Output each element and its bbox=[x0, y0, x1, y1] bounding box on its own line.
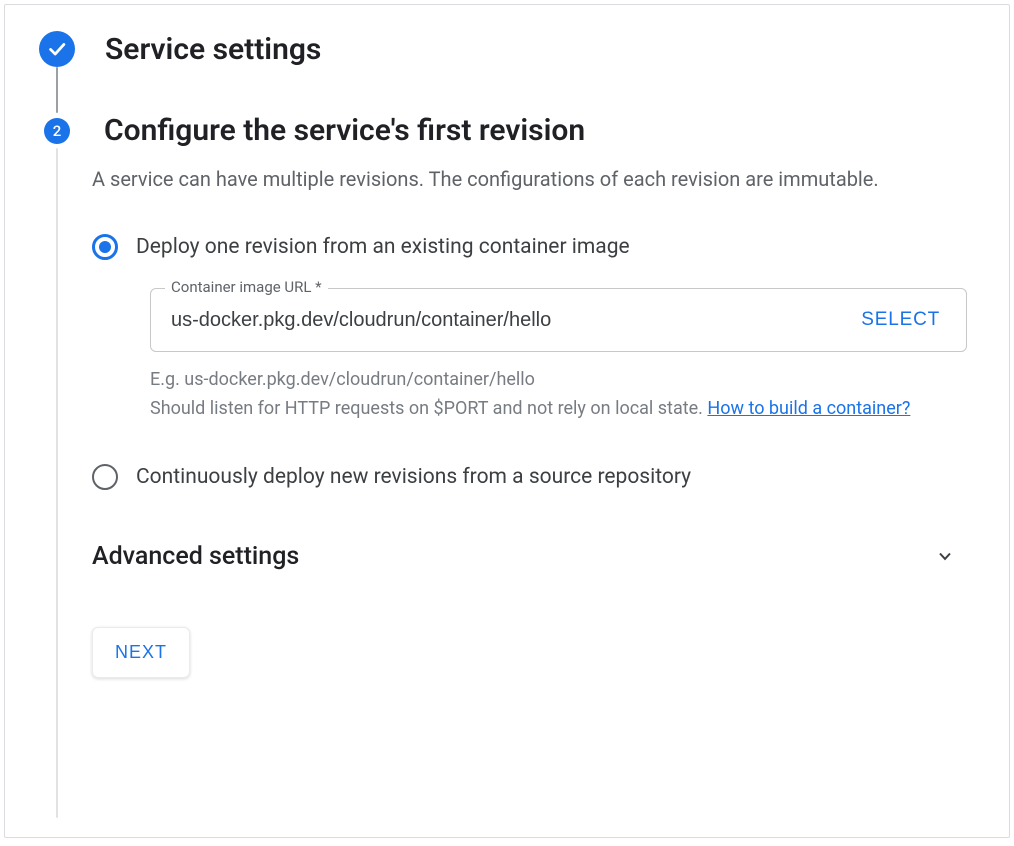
step-2-title: Configure the service's first revision bbox=[104, 113, 585, 148]
step-2-vertical-line bbox=[56, 148, 58, 818]
radio-continuous-deploy[interactable]: Continuously deploy new revisions from a… bbox=[92, 464, 967, 490]
step-1-header[interactable]: Service settings bbox=[39, 31, 975, 67]
container-image-url-label: Container image URL * bbox=[165, 278, 328, 296]
radio-existing-image[interactable]: Deploy one revision from an existing con… bbox=[92, 234, 967, 260]
hint-example: E.g. us-docker.pkg.dev/cloudrun/containe… bbox=[150, 369, 535, 390]
radio-checked-icon bbox=[92, 234, 118, 260]
select-button[interactable]: SELECT bbox=[847, 301, 954, 339]
how-to-build-container-link[interactable]: How to build a container? bbox=[707, 398, 910, 419]
container-image-url-input[interactable] bbox=[169, 289, 847, 351]
chevron-down-icon bbox=[935, 546, 955, 566]
step-1-title: Service settings bbox=[105, 32, 321, 67]
container-image-url-hint: E.g. us-docker.pkg.dev/cloudrun/containe… bbox=[150, 366, 967, 424]
hint-body: Should listen for HTTP requests on $PORT… bbox=[150, 398, 707, 419]
radio-continuous-deploy-label: Continuously deploy new revisions from a… bbox=[136, 465, 691, 489]
check-icon bbox=[39, 31, 75, 67]
step-2-number-icon: 2 bbox=[44, 118, 70, 144]
step-2-header: 2 Configure the service's first revision bbox=[39, 113, 975, 148]
advanced-settings-title: Advanced settings bbox=[92, 542, 299, 571]
radio-unchecked-icon bbox=[92, 464, 118, 490]
container-image-url-field[interactable]: Container image URL * SELECT bbox=[150, 288, 967, 352]
radio-existing-image-label: Deploy one revision from an existing con… bbox=[136, 235, 630, 259]
advanced-settings-toggle[interactable]: Advanced settings bbox=[92, 542, 967, 571]
step-connector-line bbox=[56, 67, 58, 113]
step-2-description: A service can have multiple revisions. T… bbox=[92, 164, 962, 194]
next-button[interactable]: NEXT bbox=[92, 627, 190, 678]
